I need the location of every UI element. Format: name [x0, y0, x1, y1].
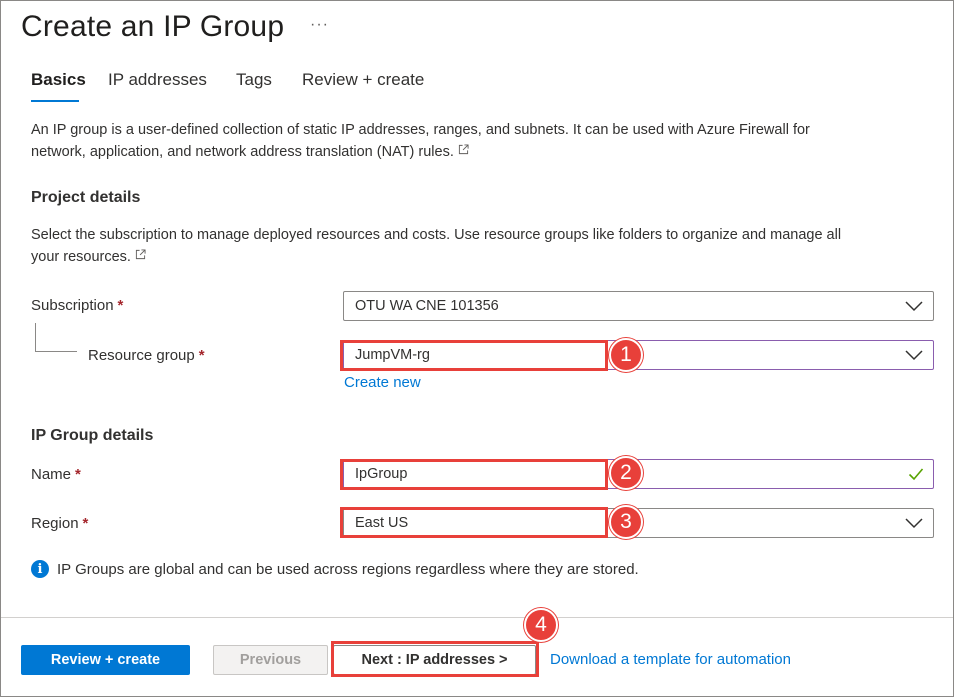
subscription-label: Subscription *: [31, 297, 123, 314]
required-mark: *: [117, 297, 124, 314]
project-details-title: Project details: [31, 189, 141, 206]
page-title: Create an IP Group: [21, 10, 285, 43]
subscription-value: OTU WA CNE 101356: [355, 298, 499, 314]
checkmark-icon: [908, 468, 924, 481]
intro-line-1: An IP group is a user-defined collection…: [31, 122, 810, 138]
subscription-dropdown[interactable]: OTU WA CNE 101356: [343, 291, 934, 321]
tab-ip-addresses[interactable]: IP addresses: [108, 70, 207, 90]
callout-1: 1: [609, 338, 643, 372]
intro-description: An IP group is a user-defined collection…: [31, 119, 931, 163]
tree-connector-horizontal: [35, 351, 77, 352]
resource-group-value: JumpVM-rg: [355, 347, 430, 363]
review-create-button[interactable]: Review + create: [21, 645, 190, 675]
project-desc-line-2: your resources.: [31, 249, 131, 265]
tab-review-create[interactable]: Review + create: [302, 70, 424, 90]
name-label-text: Name: [31, 466, 72, 483]
create-new-resource-group-link[interactable]: Create new: [344, 374, 421, 391]
callout-2: 2: [609, 456, 643, 490]
previous-button: Previous: [213, 645, 328, 675]
chevron-down-icon: [905, 301, 923, 312]
external-link-icon[interactable]: [458, 144, 469, 155]
tab-basics[interactable]: Basics: [31, 70, 86, 90]
info-message: i IP Groups are global and can be used a…: [31, 560, 639, 578]
name-value: IpGroup: [355, 466, 408, 482]
tree-connector-vertical: [35, 323, 36, 351]
tab-tags[interactable]: Tags: [236, 70, 272, 90]
footer-divider: [1, 617, 953, 618]
intro-line-2-wrapper: network, application, and network addres…: [31, 141, 931, 163]
info-icon: i: [31, 560, 49, 578]
active-tab-indicator: [31, 100, 79, 102]
name-label: Name *: [31, 466, 81, 483]
info-text: IP Groups are global and can be used acr…: [57, 560, 639, 578]
required-mark: *: [82, 515, 89, 532]
callout-3: 3: [609, 505, 643, 539]
next-ip-addresses-button[interactable]: Next : IP addresses >: [333, 645, 536, 675]
intro-line-2: network, application, and network addres…: [31, 144, 454, 160]
project-desc-line-2-wrapper: your resources.: [31, 246, 931, 268]
required-mark: *: [75, 466, 81, 483]
download-template-link[interactable]: Download a template for automation: [550, 651, 791, 668]
chevron-down-icon: [905, 350, 923, 361]
region-label-text: Region: [31, 515, 79, 532]
ip-group-details-title: IP Group details: [31, 427, 154, 444]
region-value: East US: [355, 515, 409, 531]
project-details-description: Select the subscription to manage deploy…: [31, 224, 931, 268]
resource-group-label-text: Resource group: [88, 347, 195, 364]
external-link-icon[interactable]: [135, 249, 146, 260]
project-desc-line-1: Select the subscription to manage deploy…: [31, 227, 842, 243]
required-mark: *: [198, 347, 205, 364]
chevron-down-icon: [905, 518, 923, 529]
region-label: Region *: [31, 515, 88, 532]
subscription-label-text: Subscription: [31, 297, 114, 314]
callout-4: 4: [524, 608, 558, 642]
more-options-button[interactable]: ···: [310, 16, 329, 34]
resource-group-label: Resource group *: [88, 347, 205, 364]
